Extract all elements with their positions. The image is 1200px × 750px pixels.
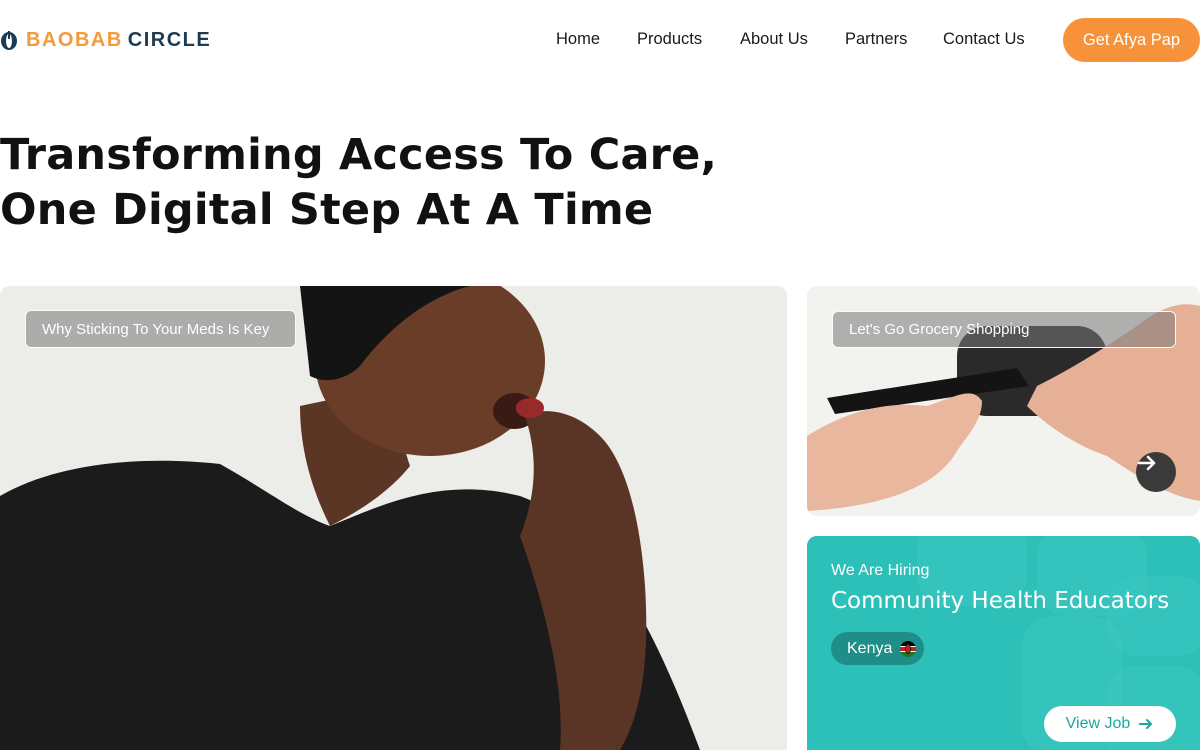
- nav-products[interactable]: Products: [637, 28, 702, 50]
- get-afya-pap-button[interactable]: Get Afya Pap: [1063, 18, 1200, 62]
- grocery-article-card[interactable]: Let's Go Grocery Shopping: [807, 286, 1200, 516]
- nav-about-us[interactable]: About Us: [740, 28, 808, 50]
- view-job-label: View Job: [1065, 715, 1131, 732]
- job-title: Community Health Educators: [831, 588, 1170, 614]
- kenya-flag-icon: [900, 640, 917, 657]
- hiring-card[interactable]: We Are Hiring Community Health Educators…: [807, 536, 1200, 750]
- grocery-article-label[interactable]: Let's Go Grocery Shopping: [832, 311, 1176, 348]
- nav-partners[interactable]: Partners: [845, 28, 907, 50]
- featured-article-card[interactable]: Why Sticking To Your Meds Is Key: [0, 286, 787, 750]
- logo-text-primary: BAOBAB: [26, 29, 123, 51]
- hiring-kicker: We Are Hiring: [831, 562, 930, 579]
- site-header: BAOBAB CIRCLE Home Products About Us Part…: [0, 0, 1200, 78]
- view-job-button[interactable]: View Job: [1044, 706, 1176, 742]
- woman-eating-photo: [0, 286, 787, 750]
- nav-home[interactable]: Home: [556, 28, 600, 50]
- arrow-right-icon: [1139, 719, 1153, 729]
- page-title: Transforming Access To Care, One Digital…: [0, 128, 760, 238]
- page-title-line-2: One Digital Step At A Time: [0, 185, 654, 235]
- arrow-right-icon: [1137, 455, 1156, 471]
- nav-contact-us[interactable]: Contact Us: [943, 28, 1025, 50]
- country-label: Kenya: [847, 639, 893, 657]
- featured-article-label[interactable]: Why Sticking To Your Meds Is Key: [25, 310, 296, 348]
- logo[interactable]: BAOBAB CIRCLE: [0, 29, 211, 51]
- logo-text-secondary: CIRCLE: [127, 29, 212, 51]
- next-arrow-button[interactable]: [1136, 452, 1176, 492]
- baobab-logo-icon: [1, 31, 17, 50]
- country-badge: Kenya: [831, 632, 925, 665]
- page-title-line-1: Transforming Access To Care,: [0, 130, 717, 180]
